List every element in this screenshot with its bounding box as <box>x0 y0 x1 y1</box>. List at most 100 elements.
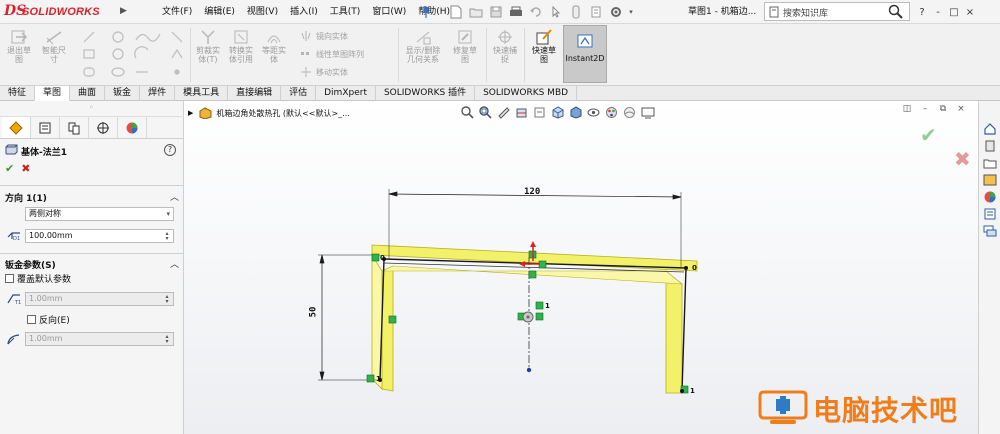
minimize-button[interactable]: - <box>930 0 946 24</box>
tab-sketch[interactable]: 草图 <box>35 86 71 101</box>
custom-properties-icon[interactable] <box>982 206 998 222</box>
options-dropdown-icon[interactable]: ▾ <box>626 2 636 22</box>
relation-label: 1 <box>690 387 695 395</box>
chevron-up-icon[interactable]: ︿ <box>170 190 179 203</box>
solidworks-logo[interactable]: DS SOLIDWORKS <box>4 3 116 21</box>
menu-window[interactable]: 窗口(W) <box>366 0 412 24</box>
cancel-button[interactable]: ✖ <box>21 162 30 175</box>
sheet-metal-params-title[interactable]: 钣金参数(S) <box>5 258 56 271</box>
smart-dimension-icon <box>46 31 62 45</box>
display-relations-button[interactable]: 显示/删除 几何关系 <box>400 28 446 64</box>
linear-pattern-button[interactable]: 线性草图阵列 <box>300 48 364 60</box>
quick-snaps-icon <box>498 30 512 44</box>
file-properties-icon[interactable] <box>586 2 606 22</box>
select-arrow-icon[interactable] <box>546 2 566 22</box>
chevron-up-icon[interactable]: ︿ <box>170 257 179 270</box>
solidworks-resources-icon[interactable] <box>982 121 998 137</box>
trim-entities-button[interactable]: 剪裁实 体(T) <box>192 28 224 64</box>
property-manager-tab-icon[interactable] <box>31 117 60 138</box>
open-folder-icon[interactable] <box>466 2 486 22</box>
print-icon[interactable] <box>506 2 526 22</box>
search-box[interactable]: 搜索知识库 <box>764 2 910 21</box>
ribbon-separator <box>486 28 487 82</box>
depth-input[interactable]: 100.00mm ▴ ▾ <box>25 229 174 243</box>
repair-sketch-button[interactable]: 修复草 图 <box>450 28 480 64</box>
tab-features[interactable]: 特征 <box>0 86 36 101</box>
tab-mold-tools[interactable]: 模具工具 <box>175 86 229 101</box>
spin-stepper-icon[interactable]: ▴ ▾ <box>162 334 172 345</box>
tab-solidworks-addins[interactable]: SOLIDWORKS 插件 <box>376 86 476 101</box>
spin-stepper-icon[interactable]: ▴ ▾ <box>162 231 172 242</box>
options-gear-icon[interactable] <box>606 2 626 22</box>
group-divider <box>0 253 184 254</box>
relation-label: 1 <box>376 375 381 383</box>
bend-radius-input[interactable]: 1.00mm ▴ ▾ <box>25 332 174 346</box>
override-default-row[interactable]: 覆盖默认参数 <box>5 272 71 285</box>
close-button[interactable]: × <box>962 0 978 24</box>
watermark-text: 电脑技术吧 <box>813 394 959 427</box>
move-icon <box>301 67 311 77</box>
ribbon-separator <box>190 28 191 82</box>
design-library-icon[interactable] <box>982 138 998 154</box>
rebuild-traffic-light-icon[interactable] <box>566 2 586 22</box>
menu-insert[interactable]: 插入(I) <box>284 0 324 24</box>
file-explorer-icon[interactable] <box>982 155 998 171</box>
panel-grip-icon[interactable]: ◦ <box>89 103 94 112</box>
appearances-icon[interactable] <box>982 189 998 205</box>
override-default-checkbox[interactable] <box>5 274 14 283</box>
help-menu-button[interactable]: ? <box>914 0 930 24</box>
logo-expand-icon[interactable]: ▶ <box>120 6 127 16</box>
pin-icon[interactable] <box>419 5 433 19</box>
forum-icon[interactable] <box>982 223 998 239</box>
reverse-direction-checkbox[interactable] <box>27 315 36 324</box>
tab-surfaces[interactable]: 曲面 <box>70 86 106 101</box>
new-document-icon[interactable] <box>446 2 466 22</box>
save-icon[interactable] <box>486 2 506 22</box>
menu-edit[interactable]: 编辑(E) <box>198 0 241 24</box>
tab-dimxpert[interactable]: DimXpert <box>316 86 376 101</box>
reverse-direction-row[interactable]: 反向(E) <box>27 313 70 326</box>
tab-solidworks-mbd[interactable]: SOLIDWORKS MBD <box>475 86 578 101</box>
horizontal-dimension-label[interactable]: 120 <box>524 187 540 197</box>
command-manager-tabs: 特征 草图 曲面 钣金 焊件 模具工具 直接编辑 评估 DimXpert SOL… <box>0 86 1000 101</box>
tab-direct-editing[interactable]: 直接编辑 <box>228 86 282 101</box>
exit-sketch-button[interactable]: 退出草 图 <box>4 28 34 64</box>
search-icon[interactable] <box>888 4 904 20</box>
vertical-dimension-label[interactable]: 50 <box>308 307 318 318</box>
direction-group-title[interactable]: 方向 1(1) <box>5 191 47 204</box>
display-manager-tab-icon[interactable] <box>118 117 147 138</box>
sketch-entity-tools[interactable] <box>80 28 188 82</box>
linear-pattern-icon <box>301 52 309 55</box>
thickness-input[interactable]: 1.00mm ▴ ▾ <box>25 292 174 306</box>
rapid-sketch-button[interactable]: 快速草 图 <box>528 28 560 64</box>
svg-text:D1: D1 <box>13 236 20 241</box>
tab-evaluate[interactable]: 评估 <box>281 86 317 101</box>
feature-title: 基体-法兰1 <box>21 148 67 158</box>
help-icon[interactable]: ? <box>164 144 176 156</box>
dimxpert-manager-tab-icon[interactable] <box>89 117 118 138</box>
instant2d-button[interactable]: Instant2D <box>563 25 607 83</box>
mirror-entities-button[interactable]: 镜向实体 <box>300 30 348 42</box>
configuration-manager-tab-icon[interactable] <box>60 117 89 138</box>
undo-icon[interactable] <box>526 2 546 22</box>
convert-entities-icon <box>234 30 248 44</box>
offset-entities-button[interactable]: 等距实 体 <box>258 28 290 64</box>
feature-manager-tab-icon[interactable] <box>2 117 31 138</box>
restore-button[interactable]: □ <box>946 0 962 24</box>
end-condition-select[interactable]: 两侧对称 ▾ <box>25 207 174 221</box>
ribbon-separator <box>398 28 399 82</box>
move-entities-button[interactable]: 移动实体 <box>300 66 348 78</box>
menu-view[interactable]: 视图(V) <box>241 0 284 24</box>
smart-dimension-button[interactable]: 智能尺 寸 <box>38 28 70 64</box>
spin-stepper-icon[interactable]: ▴ ▾ <box>162 294 172 305</box>
window-controls: ? - □ × <box>914 0 978 24</box>
quick-snaps-button[interactable]: 快速捕 捉 <box>490 28 520 64</box>
ok-button[interactable]: ✔ <box>5 162 14 175</box>
view-palette-icon[interactable] <box>982 172 998 188</box>
menu-file[interactable]: 文件(F) <box>156 0 198 24</box>
tab-weldments[interactable]: 焊件 <box>140 86 176 101</box>
convert-entities-button[interactable]: 转换实 体引用 <box>225 28 257 64</box>
menu-tools[interactable]: 工具(T) <box>324 0 367 24</box>
tab-sheet-metal[interactable]: 钣金 <box>105 86 141 101</box>
instant2d-icon <box>577 34 593 48</box>
